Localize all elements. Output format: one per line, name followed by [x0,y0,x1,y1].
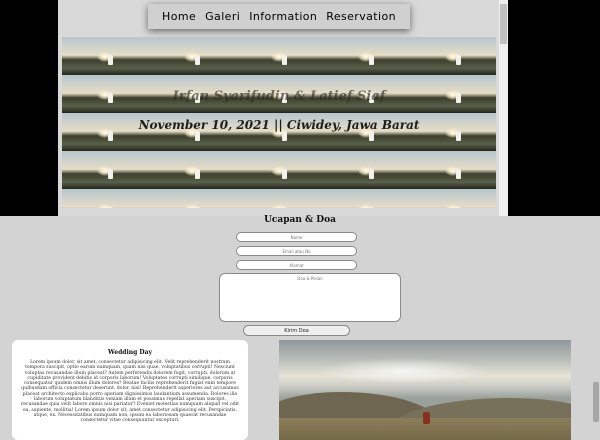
embedded-page-frame: Home Galeri Information Reservation Irfa… [0,0,600,216]
couple-photo-tile [149,189,237,208]
page-scrollbar[interactable] [592,216,600,433]
ucapan-doa-heading: Ucapan & Doa [264,215,336,225]
wedding-day-text: Lorem ipsum dolor, sit amet, consectetur… [21,360,239,424]
wedding-day-title: Wedding Day [108,349,152,356]
message-textarea[interactable] [219,273,401,322]
address-input[interactable] [236,260,357,270]
landscape-photo [279,340,571,440]
frame-scrollbar-thumb[interactable] [500,4,507,44]
photo-couple [423,412,430,424]
hero-banner: Irfan Syarifudin & Latief Siaf November … [62,37,496,208]
couple-photo-tile [62,151,150,189]
couple-photo-tile [236,189,324,208]
couple-names: Irfan Syarifudin & Latief Siaf [172,89,386,104]
couple-photo-tile [236,37,324,75]
name-input[interactable] [236,232,357,242]
couple-photo-tile [323,37,411,75]
couple-photo-tile [323,151,411,189]
couple-photo-tile [323,189,411,208]
page-scrollbar-thumb[interactable] [593,382,599,422]
couple-photo-tile [149,37,237,75]
kirim-doa-button[interactable]: Kirim Doa [243,325,350,336]
nav-galeri-link[interactable]: Galeri [205,10,240,23]
nav-information-link[interactable]: Information [249,10,317,23]
couple-photo-tile [236,151,324,189]
couple-photo-tile [62,189,150,208]
couple-photo-tile [410,189,496,208]
wedding-day-card: Wedding Day Lorem ipsum dolor, sit amet,… [12,340,248,440]
email-input[interactable] [236,246,357,256]
wedding-date-location: November 10, 2021 || Ciwidey, Jawa Barat [138,118,420,132]
couple-photo-tile [410,151,496,189]
couple-photo-tile [410,37,496,75]
main-navbar: Home Galeri Information Reservation [148,4,410,29]
frame-scrollbar[interactable] [499,0,508,216]
embedded-page: Home Galeri Information Reservation Irfa… [58,0,499,216]
couple-photo-tile [62,37,150,75]
nav-reservation-link[interactable]: Reservation [326,10,396,23]
nav-home-link[interactable]: Home [162,10,196,23]
photo-clouds [319,358,489,384]
couple-photo-tile [149,151,237,189]
